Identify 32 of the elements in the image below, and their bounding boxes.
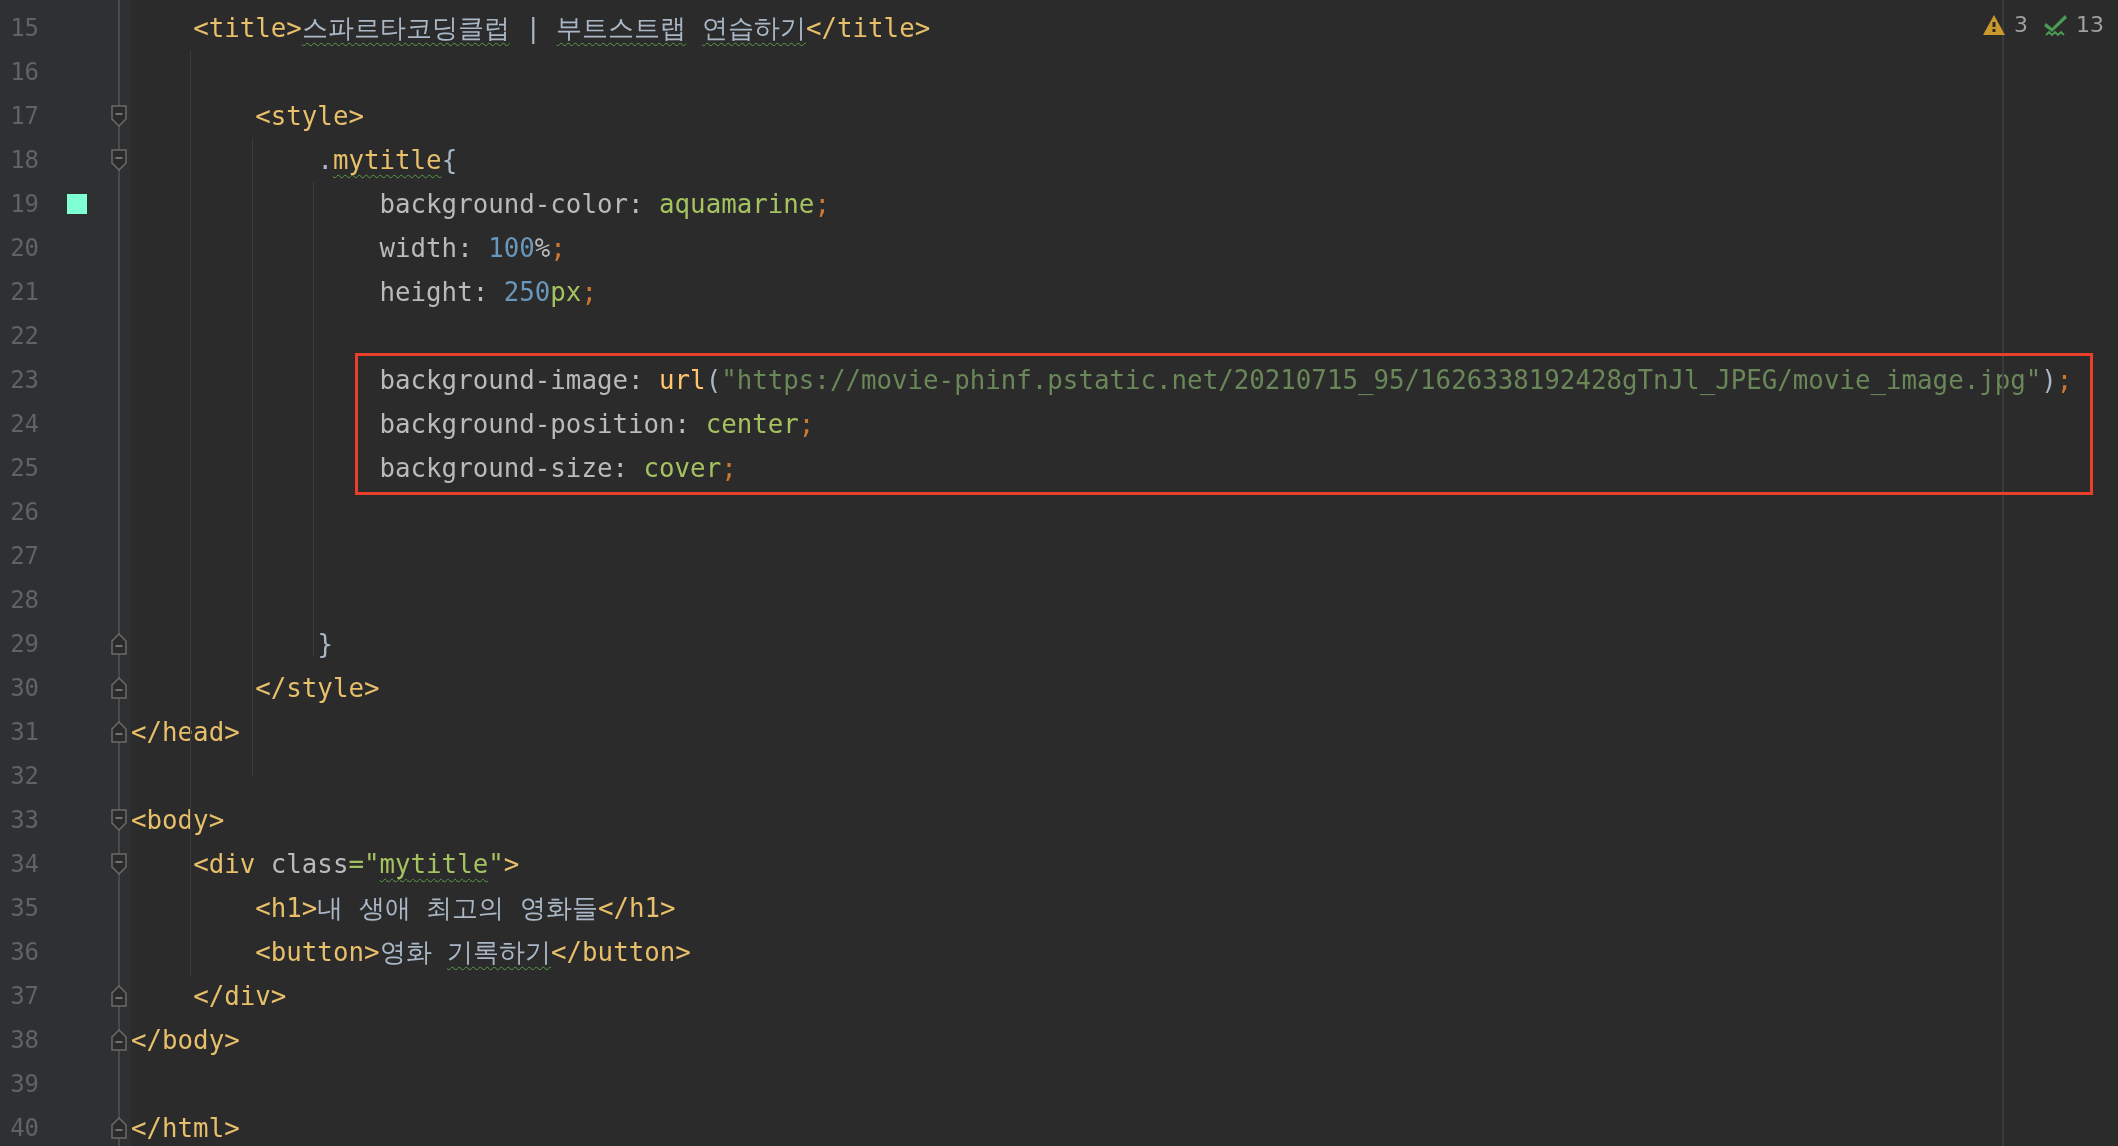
code-line: <button>영화 기록하기</button> [255,935,691,969]
code-line: </html> [131,1113,240,1143]
code-line: background-position: center; [379,409,815,439]
fold-icon[interactable] [111,633,128,655]
code-line: } [317,629,333,659]
code-line: </div> [193,981,287,1011]
fold-icon[interactable] [111,1117,128,1139]
code-line: <h1>내 생애 최고의 영화들</h1> [255,891,676,925]
code-line: <style> [255,101,364,131]
fold-icon[interactable] [111,809,128,831]
fold-icon[interactable] [111,721,128,743]
fold-icon[interactable] [111,985,128,1007]
code-line: </head> [131,717,240,747]
warning-count: 3 [2014,12,2028,37]
code-line: <body> [131,805,225,835]
fold-icon[interactable] [111,1029,128,1051]
fold-icon[interactable] [111,149,128,171]
fold-icon[interactable] [111,677,128,699]
code-line: <div class="mytitle"> [193,849,520,879]
code-line: background-color: aquamarine; [379,189,830,219]
code-line: height: 250px; [379,277,597,307]
code-line: <title>스파르타코딩클럽 | 부트스트랩 연습하기</title> [193,11,931,46]
code-line: background-image: url("https://movie-phinf.pstatic.net/20210715_95/1626338192428gTnJl_JPEG/movie_image.jpg"); [379,365,2073,395]
code-line: .mytitle{ [317,145,458,175]
code-line: width: 100%; [379,233,566,263]
fold-icon[interactable] [111,105,128,127]
passed-count: 13 [2076,12,2104,37]
code-line: </body> [131,1025,240,1055]
code-line: background-size: cover; [379,453,737,483]
warning-icon[interactable] [1982,13,2006,36]
fold-icon[interactable] [111,853,128,875]
code-line: </style> [255,673,380,703]
